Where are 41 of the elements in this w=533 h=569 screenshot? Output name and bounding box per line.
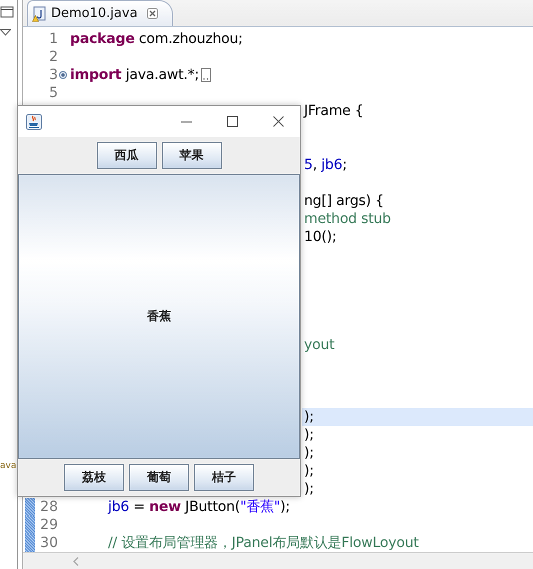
code-line: ); xyxy=(304,427,314,443)
expand-icon[interactable] xyxy=(59,71,67,79)
code-line: ); xyxy=(304,481,314,497)
fruit-button[interactable]: 葡萄 xyxy=(129,464,189,491)
editor-tab[interactable]: Demo10.java xyxy=(27,0,173,26)
java-file-icon xyxy=(32,6,46,22)
dropdown-icon[interactable] xyxy=(0,29,11,36)
code-line: package com.zhouzhou; xyxy=(70,31,243,47)
close-icon[interactable] xyxy=(273,116,284,127)
line-number: 1 xyxy=(49,31,58,47)
fruit-button[interactable]: 桔子 xyxy=(194,464,254,491)
code-line: ); xyxy=(304,445,314,461)
fruit-button[interactable]: 荔枝 xyxy=(64,464,124,491)
minimize-icon[interactable] xyxy=(181,120,192,122)
code-line: ng[] args) { xyxy=(304,193,384,209)
side-panel-text: ava xyxy=(0,461,16,471)
line-number: 29 xyxy=(40,517,58,533)
code-line: import java.awt.*; xyxy=(70,67,199,83)
code-line: ); xyxy=(304,463,314,479)
code-line: ); xyxy=(304,409,314,425)
horizontal-scrollbar[interactable] xyxy=(23,552,533,569)
code-line: method stub xyxy=(304,211,391,227)
code-line: yout xyxy=(304,337,334,353)
code-line: // 设置布局管理器，JPanel布局默认是FlowLoyout xyxy=(108,534,419,552)
code-line: 10(); xyxy=(304,229,336,245)
center-button[interactable]: 香蕉 xyxy=(18,174,300,459)
maximize-icon[interactable] xyxy=(227,116,238,127)
code-line: 5, jb6; xyxy=(304,157,347,173)
fruit-button[interactable]: 苹果 xyxy=(162,142,222,169)
restore-icon[interactable] xyxy=(0,6,14,18)
coffee-cup-icon xyxy=(26,114,42,130)
line-number: 28 xyxy=(40,499,58,515)
line-number: 5 xyxy=(49,85,58,101)
code-line: jb6 = new JButton("香蕉"); xyxy=(108,498,290,516)
fruit-button[interactable]: 西瓜 xyxy=(96,142,156,169)
line-number: 2 xyxy=(49,49,58,65)
line-number: 30 xyxy=(40,535,58,551)
close-icon[interactable] xyxy=(146,8,158,19)
collapsed-code-icon[interactable] xyxy=(200,68,211,82)
line-number: 3 xyxy=(49,67,58,83)
code-line: JFrame { xyxy=(304,103,364,119)
